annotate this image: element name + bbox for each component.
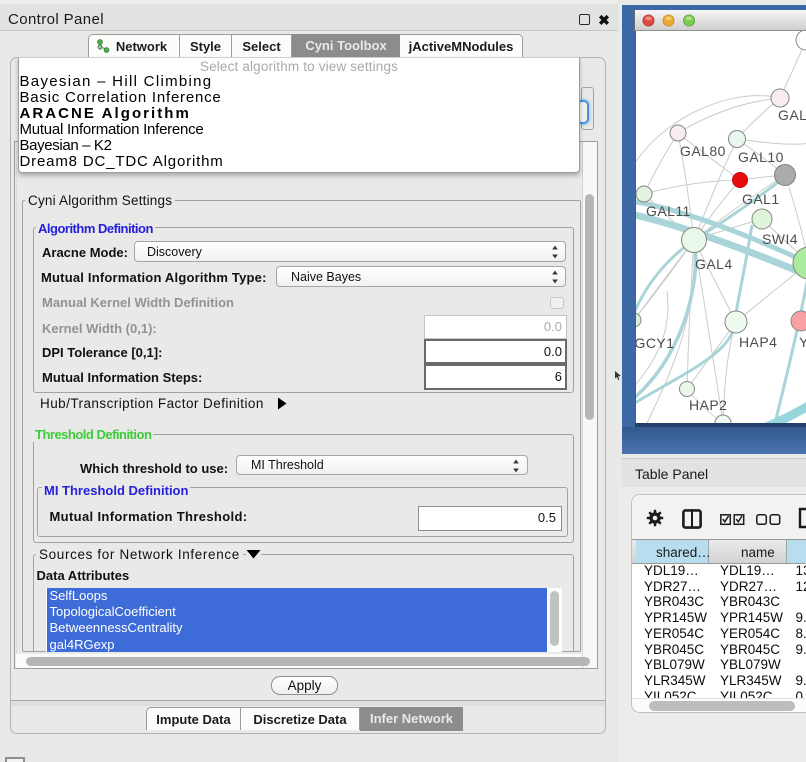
- svg-text:GCY1: GCY1: [636, 335, 674, 351]
- svg-text:GAL7: GAL7: [778, 107, 806, 123]
- svg-text:GAL4: GAL4: [695, 256, 733, 272]
- svg-text:GAL11: GAL11: [646, 203, 691, 219]
- svg-text:GAL10: GAL10: [738, 149, 784, 165]
- svg-text:GAL80: GAL80: [680, 143, 726, 159]
- svg-text:YJL0: YJL0: [799, 334, 806, 350]
- svg-text:SWI4: SWI4: [762, 231, 798, 247]
- svg-text:HAP4: HAP4: [739, 334, 777, 350]
- svg-text:GAL1: GAL1: [742, 191, 780, 207]
- svg-text:HAP2: HAP2: [689, 397, 727, 413]
